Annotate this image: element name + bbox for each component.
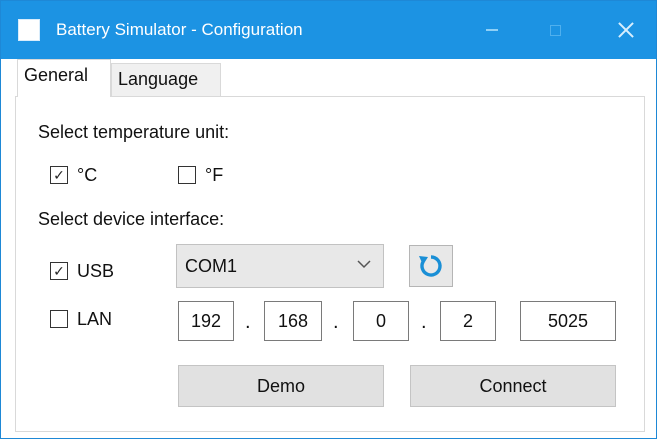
fahrenheit-checkbox[interactable]: °F: [178, 164, 223, 186]
temperature-unit-label: Select temperature unit:: [38, 122, 230, 142]
fahrenheit-label: °F: [205, 165, 224, 185]
usb-check-box[interactable]: ✓: [50, 262, 68, 280]
config-window: Battery Simulator - Configuration Genera…: [0, 0, 657, 439]
minimize-button[interactable]: [469, 11, 515, 49]
close-button[interactable]: [603, 11, 649, 49]
com-port-value: COM1: [185, 256, 238, 276]
fahrenheit-check-box[interactable]: [178, 166, 196, 184]
refresh-icon: [419, 255, 442, 277]
app-icon: [18, 19, 40, 41]
lan-check-box[interactable]: [50, 310, 68, 328]
demo-button[interactable]: Demo: [178, 365, 384, 407]
tab-general[interactable]: General: [17, 59, 111, 97]
title-bar[interactable]: Battery Simulator - Configuration: [1, 1, 656, 59]
ip-separator: .: [245, 311, 251, 333]
ip-separator: .: [333, 311, 339, 333]
ip-octet-1-input[interactable]: 192: [178, 301, 234, 341]
usb-checkbox[interactable]: ✓ USB: [50, 260, 114, 282]
ip-octet-4-input[interactable]: 2: [440, 301, 496, 341]
celsius-checkbox[interactable]: ✓ °C: [50, 164, 97, 186]
device-interface-label: Select device interface:: [38, 209, 225, 229]
general-panel: Select temperature unit: ✓ °C °F Select …: [15, 96, 645, 432]
lan-label: LAN: [77, 309, 113, 329]
usb-label: USB: [77, 261, 115, 281]
ip-octet-2-input[interactable]: 168: [264, 301, 322, 341]
minimize-icon: [486, 29, 498, 31]
maximize-button[interactable]: [532, 11, 578, 49]
close-icon: [618, 22, 634, 38]
com-port-select[interactable]: COM1: [176, 244, 384, 288]
ip-octet-3-input[interactable]: 0: [353, 301, 409, 341]
chevron-down-icon: [355, 255, 373, 273]
window-title: Battery Simulator - Configuration: [56, 20, 303, 39]
tab-strip: General Language: [15, 59, 645, 97]
connect-button[interactable]: Connect: [410, 365, 616, 407]
lan-port-input[interactable]: 5025: [520, 301, 616, 341]
tab-language[interactable]: Language: [111, 63, 221, 97]
refresh-ports-button[interactable]: [409, 245, 453, 287]
ip-separator: .: [421, 311, 427, 333]
checkmark-icon: ✓: [53, 167, 65, 183]
lan-checkbox[interactable]: LAN: [50, 308, 112, 330]
celsius-label: °C: [77, 165, 98, 185]
celsius-check-box[interactable]: ✓: [50, 166, 68, 184]
checkmark-icon: ✓: [53, 263, 65, 279]
maximize-icon: [549, 24, 561, 36]
